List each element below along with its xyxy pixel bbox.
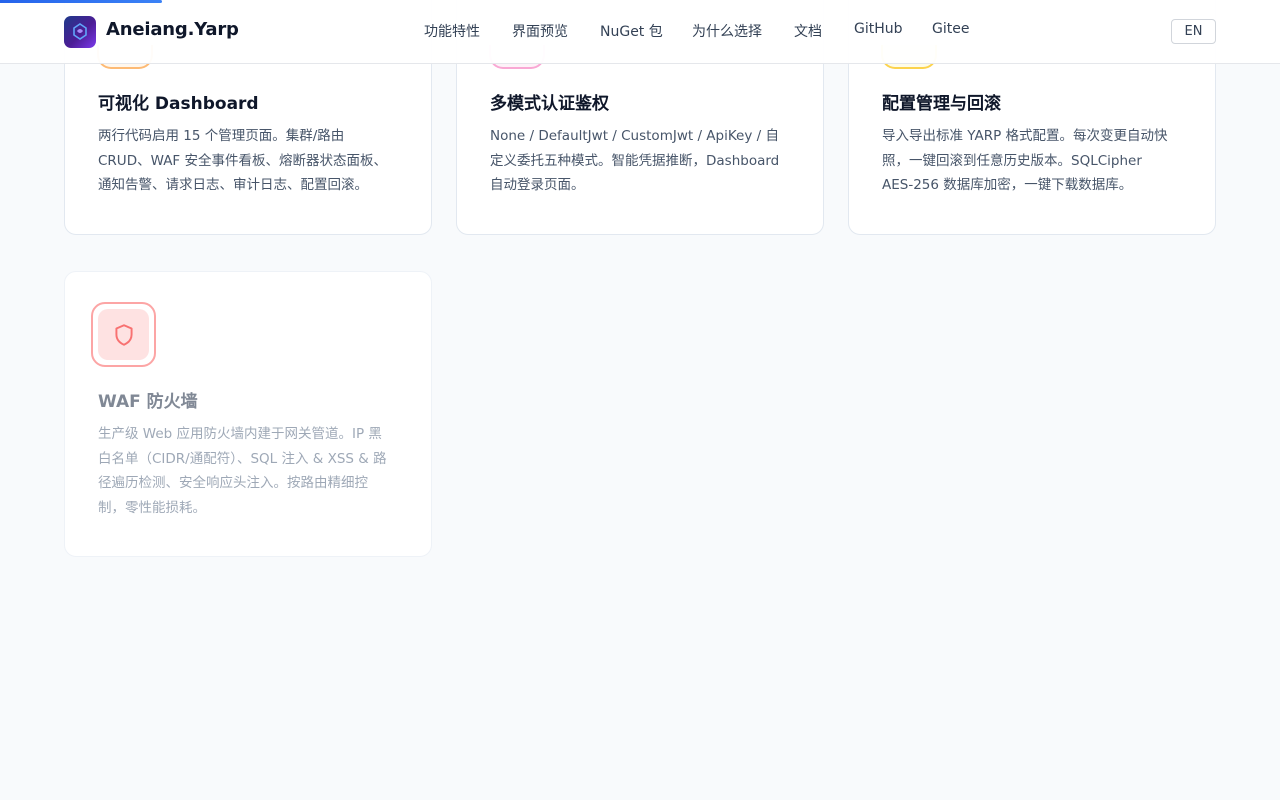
feature-description: None / DefaultJwt / CustomJwt / ApiKey /…: [490, 128, 780, 193]
top-navbar: Aneiang.Yarp 功能特性 界面预览 NuGet 包 为什么选择 文档 …: [0, 0, 1280, 64]
brand-logo[interactable]: [64, 16, 96, 48]
feature-title: 可视化 Dashboard: [98, 94, 259, 114]
page-load-progress-bar: [0, 0, 162, 3]
nav-link-gitee[interactable]: Gitee: [932, 21, 969, 37]
nav-link-features[interactable]: 功能特性: [424, 21, 480, 41]
feature-title: 多模式认证鉴权: [490, 94, 609, 114]
nav-link-docs[interactable]: 文档: [794, 21, 822, 41]
feature-icon-badge: [91, 302, 156, 367]
logo-icon: [73, 23, 87, 40]
nav-link-preview[interactable]: 界面预览: [512, 21, 568, 41]
feature-card-waf: WAF 防火墙 生产级 Web 应用防火墙内建于网关管道。IP 黑 白名单（CI…: [64, 271, 432, 557]
brand-name[interactable]: Aneiang.Yarp: [106, 19, 239, 40]
feature-title: 配置管理与回滚: [882, 94, 1001, 114]
feature-description: 两行代码启用 15 个管理页面。集群/路由 CRUD、WAF 安全事件看板、熔断…: [98, 128, 387, 193]
language-toggle-button[interactable]: EN: [1171, 19, 1216, 44]
feature-title: WAF 防火墙: [98, 392, 198, 412]
feature-description: 生产级 Web 应用防火墙内建于网关管道。IP 黑 白名单（CIDR/通配符）、…: [98, 426, 387, 516]
feature-description: 导入导出标准 YARP 格式配置。每次变更自动快 照，一键回滚到任意历史版本。S…: [882, 128, 1168, 193]
nav-link-why[interactable]: 为什么选择: [692, 21, 762, 41]
shield-icon: [114, 323, 133, 346]
nav-link-nuget[interactable]: NuGet 包: [600, 21, 663, 41]
nav-link-github[interactable]: GitHub: [854, 21, 903, 37]
